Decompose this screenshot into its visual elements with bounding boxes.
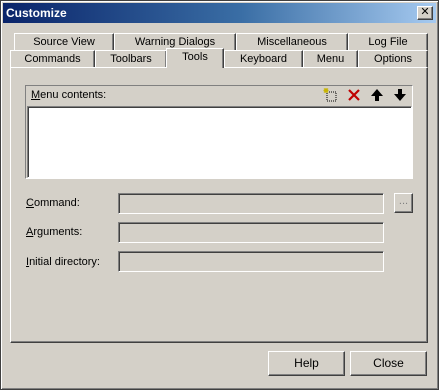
menu-contents-list[interactable]: [27, 106, 412, 178]
arguments-field[interactable]: [118, 222, 384, 243]
browse-button[interactable]: ...: [394, 193, 413, 213]
tab-source-view[interactable]: Source View: [14, 33, 114, 50]
tab-menu[interactable]: Menu: [303, 50, 358, 67]
tab-tools[interactable]: Tools: [166, 48, 224, 68]
initial-directory-label: Initial directory:: [26, 256, 100, 268]
tab-miscellaneous[interactable]: Miscellaneous: [236, 33, 348, 50]
help-button[interactable]: Help: [268, 351, 345, 376]
arguments-label: Arguments:: [26, 226, 83, 238]
tab-keyboard[interactable]: Keyboard: [224, 50, 303, 67]
command-label: Command:: [26, 197, 80, 209]
menu-contents-label: Menu contents:: [31, 89, 107, 101]
close-icon: ✕: [420, 6, 430, 18]
command-field[interactable]: [118, 193, 384, 214]
tab-options[interactable]: Options: [358, 50, 428, 67]
tab-commands[interactable]: Commands: [10, 50, 95, 67]
tab-log-file[interactable]: Log File: [348, 33, 428, 50]
close-window-button[interactable]: ✕: [417, 6, 433, 20]
close-button[interactable]: Close: [350, 351, 427, 376]
tab-toolbars[interactable]: Toolbars: [95, 50, 167, 67]
move-up-icon[interactable]: [369, 87, 385, 103]
window-title: Customize: [6, 6, 67, 20]
initial-directory-field[interactable]: [118, 251, 384, 272]
new-item-icon[interactable]: [323, 87, 339, 103]
move-down-icon[interactable]: [392, 87, 408, 103]
delete-icon[interactable]: [346, 87, 362, 103]
title-bar: Customize ✕: [3, 3, 436, 23]
